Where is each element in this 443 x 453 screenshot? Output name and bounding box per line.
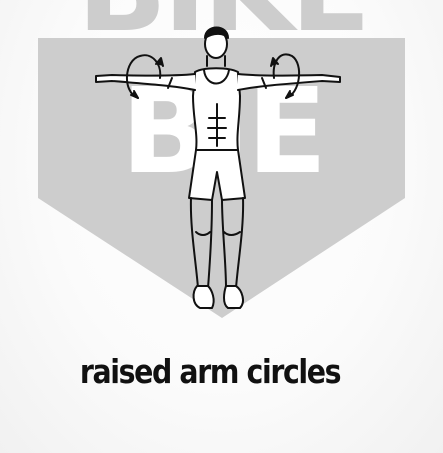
torso [192, 67, 241, 151]
right-arm [237, 73, 341, 91]
shoes [192, 285, 244, 309]
exercise-card: BIKE BIE [0, 0, 443, 453]
person-arm-circles-icon [95, 26, 341, 309]
legs [189, 197, 245, 289]
shorts [188, 149, 246, 201]
head [204, 26, 229, 67]
exercise-title: raised arm circles [79, 352, 342, 391]
left-arm [95, 73, 196, 91]
